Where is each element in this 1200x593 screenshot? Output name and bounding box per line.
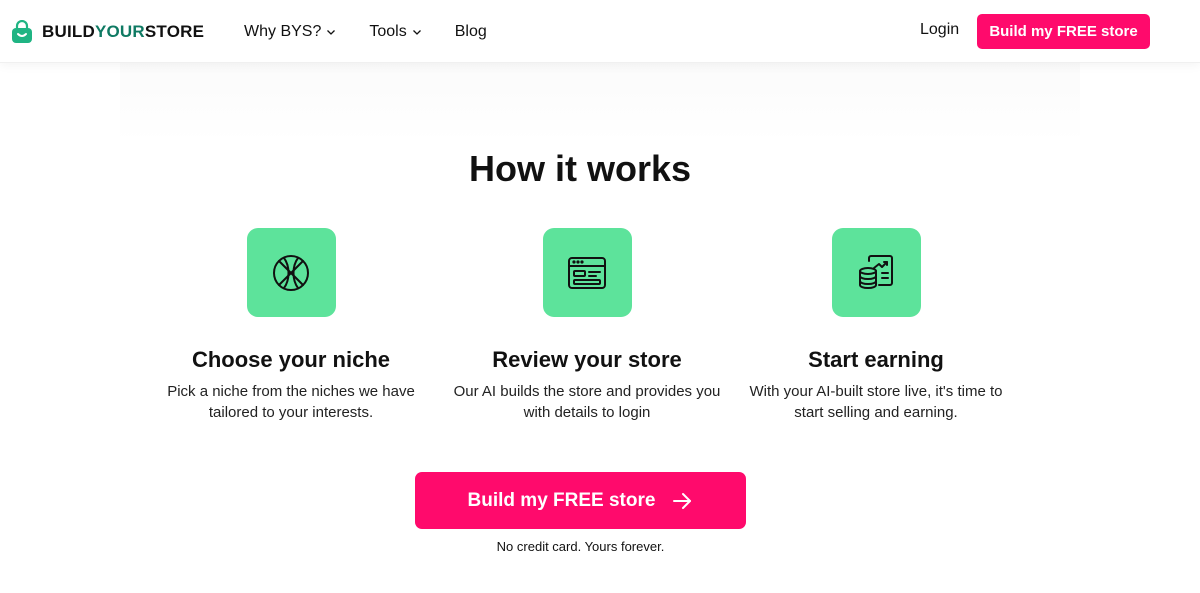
step-start-earning: Start earning With your AI-built store l… <box>731 228 1021 423</box>
step-title: Review your store <box>492 347 682 372</box>
main-nav: Why BYS? Tools Blog <box>244 20 520 44</box>
step-description: Our AI builds the store and provides you… <box>453 383 721 421</box>
nav-item-label: Blog <box>454 23 487 40</box>
cta-note: No credit card. Yours forever. <box>496 539 665 554</box>
step-title: Choose your niche <box>191 347 391 372</box>
step-description: With your AI-built store live, it's time… <box>749 383 1003 421</box>
logo[interactable]: BUILDYOURSTORE <box>10 18 204 46</box>
site-header: BUILDYOURSTORE Why BYS? Tools Blog Login… <box>0 0 1200 63</box>
chevron-down-icon <box>412 30 421 35</box>
nav-item-tools[interactable]: Tools <box>369 23 421 41</box>
background-fade <box>120 63 1080 143</box>
step-choose-niche: Choose your niche Pick a niche from the … <box>146 228 436 423</box>
step-review-store: Review your store Our AI builds the stor… <box>442 228 732 423</box>
section-title: How it works <box>468 148 692 189</box>
nav-item-label: Why BYS? <box>244 23 322 40</box>
step-icon-box <box>542 228 632 317</box>
nav-item-label: Tools <box>369 23 407 40</box>
header-build-store-button[interactable]: Build my FREE store <box>977 14 1150 49</box>
logo-text: BUILDYOURSTORE <box>42 22 205 41</box>
browser-window-icon <box>568 256 606 289</box>
arrow-right-icon <box>673 492 692 509</box>
nav-item-blog[interactable]: Blog <box>455 23 487 41</box>
basketball-icon <box>273 254 309 291</box>
chevron-down-icon <box>327 30 336 35</box>
nav-item-why-bys[interactable]: Why BYS? <box>244 23 336 41</box>
step-title: Start earning <box>808 347 944 372</box>
step-icon-box <box>831 228 921 317</box>
step-description: Pick a niche from the niches we have tai… <box>167 383 415 421</box>
coins-chart-icon <box>859 254 893 289</box>
build-free-store-button[interactable]: Build my FREE store <box>415 472 746 529</box>
cta-label: Build my FREE store <box>467 489 656 511</box>
login-link[interactable]: Login <box>920 21 959 39</box>
shopping-bag-icon <box>12 20 32 43</box>
step-icon-box <box>246 228 336 317</box>
